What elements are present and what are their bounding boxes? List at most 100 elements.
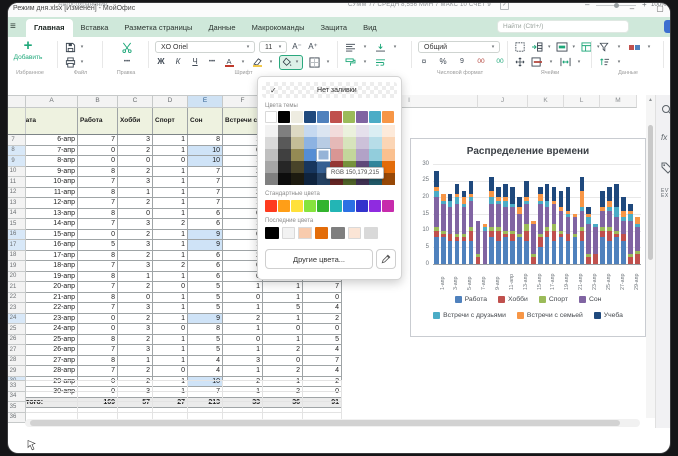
- cell[interactable]: 2: [118, 145, 153, 156]
- date-cell[interactable]: 11-апр: [26, 187, 78, 198]
- cell[interactable]: 1: [153, 177, 188, 188]
- no-fill-option[interactable]: ✓ Нет заливки: [262, 82, 397, 98]
- shade-swatch[interactable]: [278, 173, 291, 185]
- row-header-23[interactable]: 23: [8, 303, 26, 314]
- cell[interactable]: 1: [153, 355, 188, 366]
- cell[interactable]: 3: [118, 219, 153, 230]
- date-cell[interactable]: 26-апр: [26, 345, 78, 356]
- row-header-35[interactable]: 35: [8, 402, 26, 413]
- ribbon-tab-Макрокоманды[interactable]: Макрокоманды: [244, 19, 313, 37]
- cell[interactable]: 3: [118, 261, 153, 272]
- sort-button[interactable]: [598, 56, 610, 68]
- recent-color-swatch[interactable]: [282, 227, 296, 239]
- row-header-26[interactable]: 26: [8, 334, 26, 345]
- cell[interactable]: 0: [263, 324, 303, 335]
- italic-button[interactable]: К: [172, 56, 184, 68]
- scroll-up-arrow-icon[interactable]: ▲: [646, 97, 655, 103]
- cell[interactable]: 2: [303, 313, 342, 324]
- cell[interactable]: 0: [223, 292, 263, 303]
- row-header-25[interactable]: 25: [8, 324, 26, 335]
- fill-color-dropdown[interactable]: ▾: [294, 59, 300, 65]
- spellcheck-icon[interactable]: ЕѴЕХ: [661, 189, 670, 202]
- column-header-K[interactable]: K: [528, 95, 564, 108]
- theme-color-swatch[interactable]: [291, 111, 303, 123]
- cell[interactable]: 7: [188, 166, 223, 177]
- shade-swatch[interactable]: [291, 137, 304, 149]
- cell[interactable]: 1: [153, 208, 188, 219]
- cell[interactable]: 3: [118, 345, 153, 356]
- row-header-21[interactable]: 21: [8, 282, 26, 293]
- cell[interactable]: 0: [263, 355, 303, 366]
- shade-swatch[interactable]: [278, 137, 291, 149]
- vertical-align-button[interactable]: [374, 41, 386, 53]
- header-cell[interactable]: Спорт: [153, 108, 188, 135]
- freeze-button[interactable]: [514, 41, 526, 53]
- sort-dropdown[interactable]: ▾: [616, 59, 622, 65]
- cell[interactable]: 6: [188, 261, 223, 272]
- row-header-29[interactable]: 29: [8, 366, 26, 377]
- cell[interactable]: 6: [188, 208, 223, 219]
- insert-cells-button[interactable]: [531, 41, 543, 53]
- wrap-text-button[interactable]: [374, 56, 386, 68]
- empty-cell[interactable]: [118, 381, 153, 392]
- cell[interactable]: 5: [188, 345, 223, 356]
- cell[interactable]: 3: [118, 240, 153, 251]
- cell[interactable]: 0: [303, 324, 342, 335]
- date-cell[interactable]: 28-апр: [26, 366, 78, 377]
- row-header-18[interactable]: 18: [8, 250, 26, 261]
- theme-color-swatch[interactable]: [330, 111, 342, 123]
- cell[interactable]: 2: [118, 282, 153, 293]
- row-header-17[interactable]: 17: [8, 240, 26, 251]
- shade-swatch[interactable]: [330, 125, 343, 137]
- autofit-dropdown[interactable]: ▾: [576, 59, 582, 65]
- grid-corner[interactable]: [8, 96, 26, 108]
- cell[interactable]: 1: [153, 334, 188, 345]
- cell[interactable]: 3: [223, 355, 263, 366]
- cell[interactable]: 9: [188, 240, 223, 251]
- shade-swatch[interactable]: [278, 161, 291, 173]
- cell[interactable]: 2: [118, 198, 153, 209]
- empty-cell[interactable]: [78, 391, 118, 402]
- column-header-M[interactable]: M: [600, 95, 637, 108]
- increase-font-button[interactable]: А⁺: [307, 41, 319, 53]
- shade-swatch[interactable]: [265, 149, 278, 161]
- row-header-24[interactable]: 24: [8, 313, 26, 324]
- cell[interactable]: 8: [78, 271, 118, 282]
- row-header-13[interactable]: 13: [8, 198, 26, 209]
- cell[interactable]: 4: [303, 303, 342, 314]
- conditional-format-button[interactable]: [628, 41, 640, 53]
- cell[interactable]: 1: [153, 135, 188, 146]
- empty-cell[interactable]: [303, 391, 342, 402]
- column-header-E[interactable]: E: [188, 96, 223, 108]
- shade-swatch[interactable]: [265, 137, 278, 149]
- shade-swatch[interactable]: [291, 161, 304, 173]
- empty-cell[interactable]: [188, 402, 223, 413]
- shade-swatch[interactable]: [356, 137, 369, 149]
- currency-format-button[interactable]: ¤: [418, 56, 430, 68]
- format-painter-button[interactable]: [344, 56, 356, 68]
- cell[interactable]: 1: [263, 334, 303, 345]
- shade-swatch[interactable]: [291, 125, 304, 137]
- date-cell[interactable]: 22-апр: [26, 303, 78, 314]
- standard-color-swatch[interactable]: [265, 200, 277, 212]
- cell[interactable]: 4: [188, 366, 223, 377]
- cell[interactable]: 2: [118, 334, 153, 345]
- conditional-format-dropdown[interactable]: ▾: [646, 44, 652, 50]
- cell[interactable]: 0: [153, 324, 188, 335]
- cell[interactable]: 0: [153, 156, 188, 167]
- cell[interactable]: 1: [153, 229, 188, 240]
- cell[interactable]: 2: [153, 261, 188, 272]
- vertical-scrollbar-thumb[interactable]: [648, 125, 653, 260]
- cell[interactable]: 2: [153, 219, 188, 230]
- font-color-button[interactable]: А: [223, 56, 235, 68]
- cell[interactable]: 1: [118, 271, 153, 282]
- theme-color-swatch[interactable]: [356, 111, 368, 123]
- date-cell[interactable]: 7-апр: [26, 145, 78, 156]
- cell[interactable]: 1: [153, 198, 188, 209]
- cell[interactable]: 3: [118, 177, 153, 188]
- shade-swatch[interactable]: [330, 137, 343, 149]
- cell[interactable]: 1: [153, 145, 188, 156]
- shade-swatch[interactable]: [317, 125, 330, 137]
- cell[interactable]: 7: [78, 261, 118, 272]
- theme-color-swatch[interactable]: [382, 111, 394, 123]
